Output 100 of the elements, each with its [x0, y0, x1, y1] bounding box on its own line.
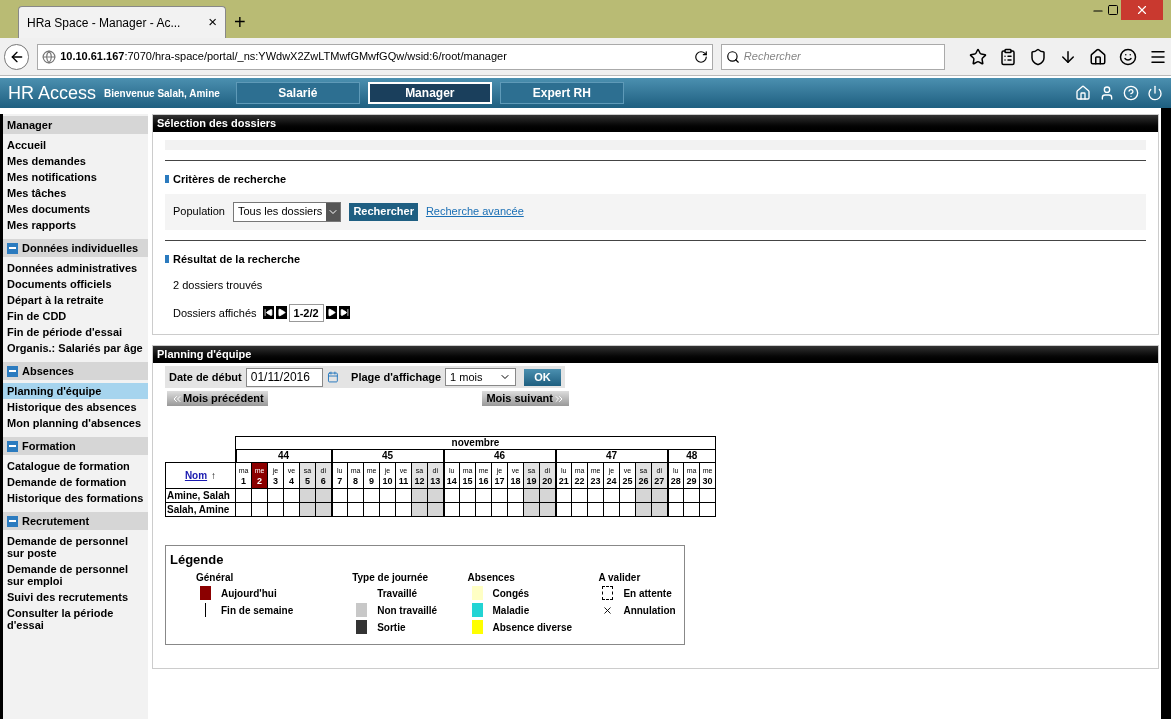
nav-tab[interactable]: Manager — [367, 82, 492, 104]
collapse-icon[interactable] — [7, 242, 18, 254]
sidebar-item[interactable]: Organis.: Salariés par âge — [3, 340, 148, 356]
maximize-icon[interactable] — [1107, 4, 1119, 16]
bullet-icon — [165, 175, 169, 184]
section-title: Absences — [22, 363, 74, 379]
sidebar-item[interactable]: Mes documents — [3, 201, 148, 217]
sidebar-item[interactable]: Fin de CDD — [3, 308, 148, 324]
reload-icon[interactable] — [693, 49, 708, 64]
previous-page-button[interactable] — [275, 306, 287, 320]
legend-group-title: Type de journée — [352, 570, 430, 585]
legend-group-title: A valider — [598, 570, 642, 585]
last-page-button[interactable] — [338, 306, 350, 320]
sidebar-item[interactable]: Demande de personnel sur poste — [3, 533, 148, 561]
power-icon[interactable] — [1147, 85, 1163, 101]
sidebar-item[interactable]: Planning d'équipe — [3, 383, 148, 399]
sidebar-item[interactable]: Demande de personnel sur emploi — [3, 561, 148, 589]
nav-tab[interactable]: Salarié — [235, 82, 360, 104]
page-indicator: 1-2/2 — [288, 303, 324, 322]
search-input[interactable]: Rechercher — [743, 48, 940, 65]
browser-tab[interactable]: HRa Space - Manager - Ac... × — [18, 6, 226, 38]
user-icon[interactable] — [1099, 85, 1115, 101]
field-label: Date de début — [169, 369, 242, 385]
name-sort-link[interactable]: Nom — [184, 470, 208, 481]
sidebar-item[interactable]: Accueil — [3, 137, 148, 153]
welcome-text: Bienvenue Salah, Amine — [104, 86, 220, 101]
legend-title: Légende — [170, 551, 225, 569]
legend-label: En attente — [623, 586, 672, 601]
help-icon[interactable] — [1123, 85, 1139, 101]
legend-label: Annulation — [623, 603, 676, 618]
globe-icon — [42, 49, 57, 64]
smiley-icon[interactable] — [1119, 47, 1137, 66]
legend-label: Sortie — [377, 620, 406, 635]
sort-arrow: ↑ — [211, 470, 217, 481]
sidebar-item[interactable]: Demande de formation — [3, 474, 148, 490]
url-field[interactable]: 10.10.61.167:7070/hra-space/portal/_ns:YWdwX2ZwLTMwfGMwfGQw/wsid:6/root/manager — [37, 43, 713, 70]
sidebar-item[interactable]: Suivi des recrutements — [3, 589, 148, 605]
sidebar-item[interactable]: Historique des absences — [3, 399, 148, 415]
next-page-button[interactable] — [325, 306, 337, 320]
start-date-field[interactable]: 01/11/2016 — [245, 367, 324, 387]
shield-icon[interactable] — [1029, 47, 1047, 66]
section-header[interactable]: Absences — [3, 362, 148, 380]
dashed-square-icon — [602, 586, 614, 600]
subsection-title: Critères de recherche — [173, 172, 287, 187]
sidebar-item[interactable]: Données administratives — [3, 260, 148, 276]
sidebar-item[interactable]: Mes notifications — [3, 169, 148, 185]
section-bar: Sélection des dossiers — [153, 115, 1158, 132]
sidebar-item[interactable]: Historique des formations — [3, 490, 148, 506]
sidebar-item[interactable]: Documents officiels — [3, 276, 148, 292]
search-button[interactable]: Rechercher — [349, 202, 418, 221]
subsection-title: Résultat de la recherche — [173, 251, 301, 267]
legend-label: Non travaillé — [377, 603, 438, 618]
clipboard-icon[interactable] — [999, 47, 1017, 66]
legend-label: Congés — [492, 586, 530, 601]
sidebar-item[interactable]: Départ à la retraite — [3, 292, 148, 308]
nav-tab[interactable]: Expert RH — [499, 82, 624, 104]
collapse-icon[interactable] — [7, 365, 18, 377]
section-header[interactable]: Manager — [3, 116, 148, 134]
legend-label: Absence diverse — [492, 620, 572, 635]
app-logo: HR Access — [8, 81, 97, 105]
legend-group-title: Général — [196, 570, 235, 585]
bullet-icon — [165, 254, 169, 263]
employee-name: Amine, Salah — [165, 488, 236, 503]
field-label: Plage d'affichage — [351, 369, 442, 385]
search-icon — [725, 49, 740, 64]
range-select[interactable]: 1 mois — [445, 368, 516, 386]
new-tab-button[interactable]: + — [234, 12, 246, 32]
month-header: novembre — [235, 436, 716, 450]
search-field[interactable]: Rechercher — [720, 43, 945, 70]
section-header[interactable]: Recrutement — [3, 512, 148, 530]
section-header[interactable]: Données individuelles — [3, 239, 148, 257]
collapse-icon[interactable] — [7, 515, 18, 527]
close-tab-button[interactable]: × — [208, 11, 217, 34]
sidebar-item[interactable]: Mes tâches — [3, 185, 148, 201]
section-title: Données individuelles — [22, 240, 139, 256]
url-text: 10.10.61.167:7070/hra-space/portal/_ns:YWdwX2ZwLTMwfGMwfGQw/wsid:6/root/manager — [60, 49, 508, 65]
previous-month-button[interactable]: Mois précédent — [167, 391, 268, 406]
sidebar-item[interactable]: Fin de période d'essai — [3, 324, 148, 340]
calendar-icon[interactable] — [327, 370, 340, 384]
collapse-icon[interactable] — [7, 440, 18, 452]
section-bar: Planning d'équipe — [153, 346, 1158, 363]
legend-label: Fin de semaine — [221, 603, 294, 618]
field-label: Dossiers affichés — [173, 305, 257, 321]
employee-name: Salah, Amine — [165, 502, 236, 517]
weekend-line-icon — [205, 603, 206, 617]
sidebar-item[interactable]: Mes demandes — [3, 153, 148, 169]
sidebar-item[interactable]: Catalogue de formation — [3, 458, 148, 474]
sidebar-item[interactable]: Consulter la période d'essai — [3, 605, 148, 633]
ok-button[interactable]: OK — [523, 368, 561, 386]
field-label: Population — [173, 204, 225, 220]
population-select[interactable]: Tous les dossiers — [233, 201, 342, 222]
next-month-button[interactable]: Mois suivant — [482, 391, 569, 406]
sidebar-item[interactable]: Mes rapports — [3, 217, 148, 233]
back-button[interactable] — [4, 43, 30, 70]
section-header[interactable]: Formation — [3, 437, 148, 455]
advanced-search-link[interactable]: Recherche avancée — [425, 203, 524, 220]
first-page-button[interactable] — [262, 306, 274, 320]
home-icon[interactable] — [1089, 47, 1107, 66]
star-icon[interactable] — [969, 47, 987, 66]
sidebar-item[interactable]: Mon planning d'absences — [3, 415, 148, 431]
